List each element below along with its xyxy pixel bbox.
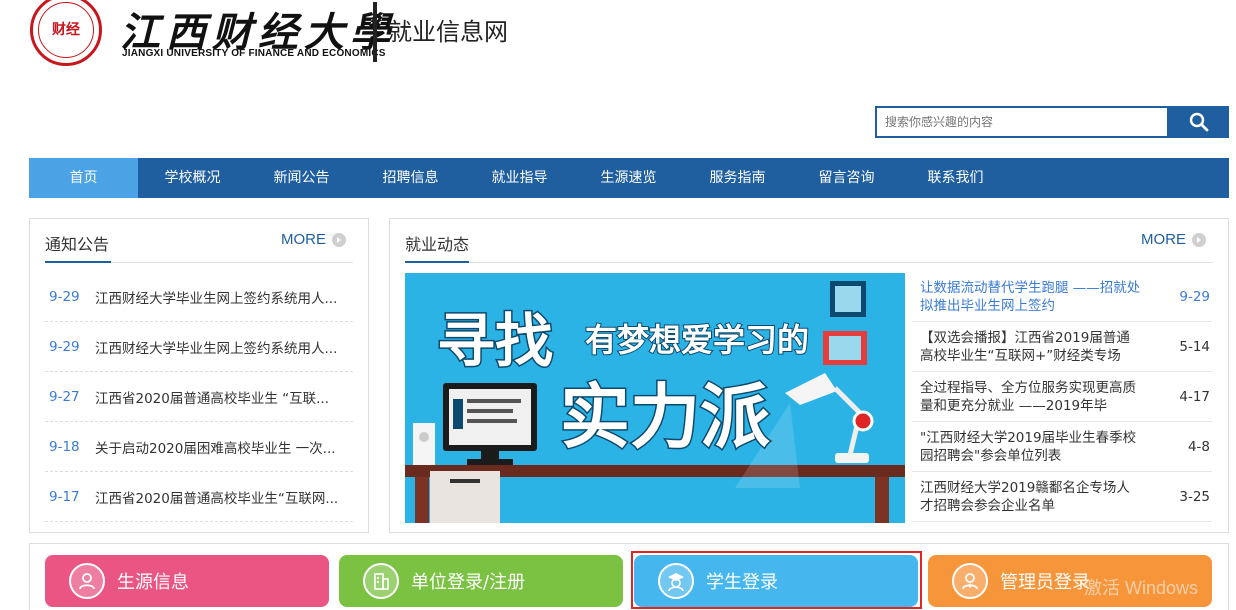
notice-item[interactable]: 9-29 江西财经大学毕业生网上签约系统用人... bbox=[45, 322, 353, 372]
nav-item-graduate-overview[interactable]: 生源速览 bbox=[574, 158, 683, 198]
news-title[interactable]: 让数据流动替代学生跑腿 ——招就处拟推出毕业生网上签约 bbox=[912, 279, 1142, 315]
notice-item[interactable]: 9-17 江西省2020届普通高校毕业生“互联网... bbox=[45, 472, 353, 522]
notice-item[interactable]: 9-29 江西财经大学毕业生网上签约系统用人... bbox=[45, 272, 353, 322]
notice-date: 9-18 bbox=[49, 438, 80, 455]
graduate-info-button[interactable]: 生源信息 bbox=[45, 555, 329, 607]
news-panel-title: 就业动态 bbox=[405, 235, 470, 254]
banner-illustration: 寻找 有梦想爱学习的 实力派 bbox=[405, 273, 905, 523]
news-more-label: MORE bbox=[1141, 231, 1186, 248]
nav-item-career-guidance[interactable]: 就业指导 bbox=[465, 158, 574, 198]
building-icon bbox=[363, 563, 399, 599]
admin-login-label: 管理员登录 bbox=[1000, 572, 1090, 593]
nav-item-contact[interactable]: 联系我们 bbox=[901, 158, 1010, 198]
banner-line2: 有梦想爱学习的 bbox=[585, 321, 809, 359]
nav-item-home[interactable]: 首页 bbox=[29, 158, 138, 198]
news-date: 4-8 bbox=[1187, 438, 1210, 455]
news-banner[interactable]: 寻找 有梦想爱学习的 实力派 bbox=[405, 273, 905, 523]
notice-more-link[interactable]: MORE bbox=[281, 231, 346, 248]
nav-item-news[interactable]: 新闻公告 bbox=[247, 158, 356, 198]
site-name: 就业信息网 bbox=[388, 18, 508, 46]
notice-date: 9-17 bbox=[49, 488, 80, 505]
news-item[interactable]: "江西财经大学2019届毕业生春季校园招聘会"参会单位列表 4-8 bbox=[912, 422, 1212, 472]
admin-icon bbox=[952, 563, 988, 599]
news-date: 4-17 bbox=[1179, 388, 1210, 405]
notice-title[interactable]: 江西省2020届普通高校毕业生“互联网... bbox=[95, 487, 338, 507]
nav-item-recruitment[interactable]: 招聘信息 bbox=[356, 158, 465, 198]
news-title[interactable]: "江西财经大学2019届毕业生春季校园招聘会"参会单位列表 bbox=[912, 429, 1142, 465]
news-item[interactable]: 让数据流动替代学生跑腿 ——招就处拟推出毕业生网上签约 9-29 bbox=[912, 272, 1212, 322]
nav-item-message[interactable]: 留言咨询 bbox=[792, 158, 901, 198]
banner-line3: 实力派 bbox=[560, 376, 770, 458]
news-date: 5-14 bbox=[1179, 338, 1210, 355]
school-name-en: JIANGXI UNIVERSITY OF FINANCE AND ECONOM… bbox=[122, 48, 386, 59]
news-title-underline bbox=[405, 261, 469, 263]
news-title[interactable]: 江西财经大学2019赣鄱名企专场人才招聘会参会企业名单 bbox=[912, 479, 1142, 515]
seal-text: 财经 bbox=[52, 22, 80, 38]
news-list: 让数据流动替代学生跑腿 ——招就处拟推出毕业生网上签约 9-29 【双选会播报】… bbox=[912, 272, 1212, 522]
news-title-rule bbox=[405, 262, 1213, 263]
notice-title[interactable]: 江西财经大学毕业生网上签约系统用人... bbox=[95, 337, 337, 357]
chevron-right-icon bbox=[1192, 232, 1206, 247]
seal-inner-ring: 财经 bbox=[38, 2, 94, 58]
news-title[interactable]: 【双选会播报】江西省2019届普通高校毕业生“互联网+”财经类专场 bbox=[912, 329, 1142, 365]
nav-item-school-overview[interactable]: 学校概况 bbox=[138, 158, 247, 198]
header-divider bbox=[373, 2, 377, 62]
notice-list: 9-29 江西财经大学毕业生网上签约系统用人... 9-29 江西财经大学毕业生… bbox=[45, 272, 353, 522]
news-date: 9-29 bbox=[1179, 288, 1210, 305]
notice-item[interactable]: 9-27 江西省2020届普通高校毕业生 “互联... bbox=[45, 372, 353, 422]
notice-item[interactable]: 9-18 关于启动2020届困难高校毕业生 一次... bbox=[45, 422, 353, 472]
notice-date: 9-29 bbox=[49, 288, 80, 305]
search-input[interactable] bbox=[877, 108, 1167, 136]
banner-line1: 寻找 bbox=[437, 307, 553, 375]
notice-title[interactable]: 江西省2020届普通高校毕业生 “互联... bbox=[95, 387, 329, 407]
windows-activation-watermark: 激活 Windows bbox=[1084, 578, 1199, 598]
news-item[interactable]: 江西财经大学2019赣鄱名企专场人才招聘会参会企业名单 3-25 bbox=[912, 472, 1212, 522]
notice-more-label: MORE bbox=[281, 231, 326, 248]
chevron-right-icon bbox=[332, 232, 346, 247]
notice-panel-title: 通知公告 bbox=[45, 235, 110, 254]
main-nav: 首页 学校概况 新闻公告 招聘信息 就业指导 生源速览 服务指南 留言咨询 联系… bbox=[29, 158, 1229, 198]
search-button[interactable] bbox=[1169, 106, 1229, 138]
user-group-icon bbox=[69, 563, 105, 599]
employer-login-label: 单位登录/注册 bbox=[411, 572, 526, 593]
notice-date: 9-29 bbox=[49, 338, 80, 355]
graduate-info-label: 生源信息 bbox=[117, 572, 189, 593]
notice-title-underline bbox=[45, 261, 111, 263]
news-more-link[interactable]: MORE bbox=[1141, 231, 1206, 248]
employer-login-button[interactable]: 单位登录/注册 bbox=[339, 555, 623, 607]
news-item[interactable]: 【双选会播报】江西省2019届普通高校毕业生“互联网+”财经类专场 5-14 bbox=[912, 322, 1212, 372]
search-box bbox=[875, 106, 1169, 138]
university-seal-logo[interactable]: 财经 bbox=[30, 0, 102, 66]
notice-date: 9-27 bbox=[49, 388, 80, 405]
nav-item-service-guide[interactable]: 服务指南 bbox=[683, 158, 792, 198]
notice-title[interactable]: 江西财经大学毕业生网上签约系统用人... bbox=[95, 287, 337, 307]
notice-title[interactable]: 关于启动2020届困难高校毕业生 一次... bbox=[95, 437, 336, 457]
news-date: 3-25 bbox=[1179, 488, 1210, 505]
news-item[interactable]: 全过程指导、全方位服务实现更高质量和更充分就业 ——2019年毕 4-17 bbox=[912, 372, 1212, 422]
search-icon bbox=[1189, 112, 1209, 132]
news-title[interactable]: 全过程指导、全方位服务实现更高质量和更充分就业 ——2019年毕 bbox=[912, 379, 1142, 415]
student-login-highlight bbox=[631, 551, 922, 609]
